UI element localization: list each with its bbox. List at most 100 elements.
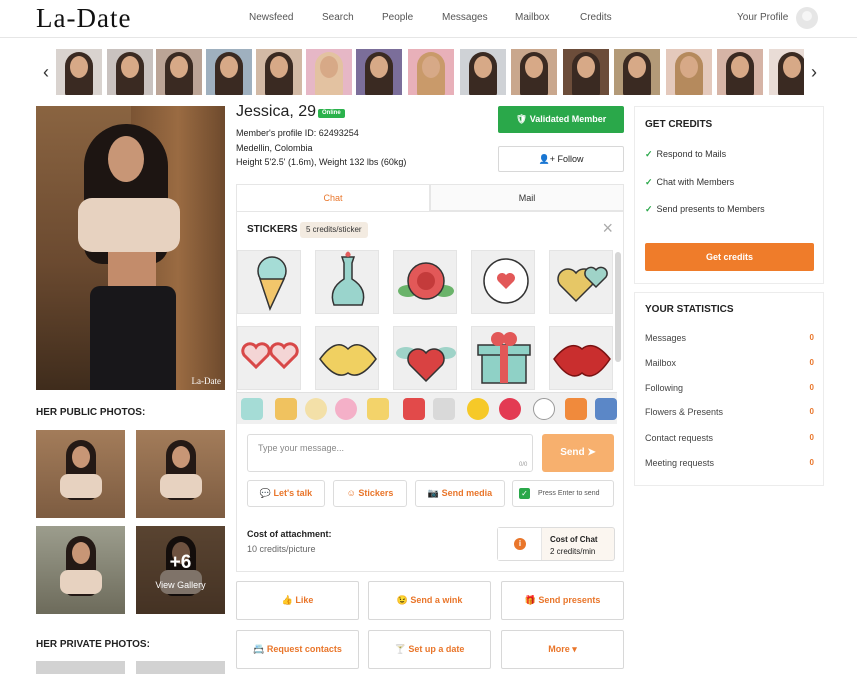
view-gallery-label: View Gallery <box>155 580 206 590</box>
sticker-pack-icon[interactable] <box>499 398 521 420</box>
press-enter-toggle[interactable]: ✓ Press Enter to send <box>512 480 614 507</box>
member-thumb[interactable] <box>563 49 609 95</box>
view-gallery-tile[interactable]: +6 View Gallery <box>136 526 225 614</box>
site-logo[interactable]: La-Date <box>36 3 131 34</box>
chat-cost-value: 2 credits/min <box>550 547 596 556</box>
sticker-lips-yellow[interactable] <box>315 326 379 390</box>
member-thumb[interactable] <box>666 49 712 95</box>
send-presents-button[interactable]: 🎁 Send presents <box>501 581 624 620</box>
sticker-potion[interactable] <box>315 250 379 314</box>
private-photo-1[interactable] <box>36 661 125 674</box>
member-thumb[interactable] <box>256 49 302 95</box>
sticker-gift-box[interactable] <box>471 326 535 390</box>
sticker-pack-icon[interactable] <box>595 398 617 420</box>
nav-search[interactable]: Search <box>322 12 354 23</box>
stickers-button[interactable]: ☺ Stickers <box>333 480 407 507</box>
sticker-heart-glasses[interactable] <box>237 326 301 390</box>
public-photos-heading: HER PUBLIC PHOTOS: <box>36 407 146 418</box>
member-thumb[interactable] <box>306 49 352 95</box>
sticker-pack-icon[interactable] <box>467 398 489 420</box>
sticker-speech-heart[interactable] <box>471 250 535 314</box>
nav-messages[interactable]: Messages <box>442 12 488 23</box>
member-thumb[interactable] <box>356 49 402 95</box>
public-photo-3[interactable] <box>36 526 125 614</box>
stat-row-mailbox[interactable]: Mailbox 0 <box>645 358 814 368</box>
member-thumb[interactable] <box>717 49 763 95</box>
member-thumb[interactable] <box>56 49 102 95</box>
message-char-counter: 0/0 <box>519 462 528 468</box>
stat-row-following[interactable]: Following 0 <box>645 383 814 393</box>
stickers-scrollbar[interactable] <box>615 252 621 362</box>
member-thumb[interactable] <box>460 49 506 95</box>
statistics-title: YOUR STATISTICS <box>645 304 734 315</box>
thumbs-up-icon: 👍 <box>281 595 293 605</box>
nav-mailbox[interactable]: Mailbox <box>515 12 549 23</box>
checkbox-checked-icon[interactable]: ✓ <box>519 488 530 499</box>
cocktail-icon: 🍸 <box>394 644 406 654</box>
public-photo-1[interactable] <box>36 430 125 518</box>
member-thumb[interactable] <box>408 49 454 95</box>
close-icon[interactable]: × <box>602 218 613 239</box>
sticker-pack-icon[interactable] <box>433 398 455 420</box>
nav-people[interactable]: People <box>382 12 413 23</box>
member-thumb[interactable] <box>156 49 202 95</box>
public-photo-2[interactable] <box>136 430 225 518</box>
carousel-next-arrow-icon[interactable]: › <box>804 49 824 95</box>
member-thumb[interactable] <box>206 49 252 95</box>
sticker-lips-red[interactable] <box>549 326 613 390</box>
sticker-winged-heart[interactable] <box>393 326 457 390</box>
nav-credits[interactable]: Credits <box>580 12 612 23</box>
follow-button[interactable]: 👤+ Follow <box>498 146 624 172</box>
sticker-two-hearts[interactable] <box>549 250 613 314</box>
get-credits-title: GET CREDITS <box>645 119 713 130</box>
more-button[interactable]: More ▾ <box>501 630 624 669</box>
stat-row-meeting-requests[interactable]: Meeting requests 0 <box>645 458 814 468</box>
lets-talk-button[interactable]: 💬 Let's talk <box>247 480 325 507</box>
message-input[interactable]: Type your message... <box>247 434 533 472</box>
chat-panel: STICKERS 5 credits/sticker × Type your m… <box>236 211 624 572</box>
member-thumb[interactable] <box>107 49 153 95</box>
profile-location: Medellin, Colombia <box>236 143 313 153</box>
online-badge: Online <box>318 109 345 118</box>
photo-watermark: La-Date <box>191 376 221 386</box>
chat-cost-box: i Cost of Chat 2 credits/min <box>497 527 615 561</box>
your-profile-link[interactable]: Your Profile <box>737 12 788 23</box>
sticker-pack-icon[interactable] <box>275 398 297 420</box>
sticker-pack-icon[interactable] <box>367 398 389 420</box>
top-header: La-Date Newsfeed Search People Messages … <box>0 0 857 38</box>
member-thumb[interactable] <box>614 49 660 95</box>
private-photo-2[interactable] <box>136 661 225 674</box>
sticker-pack-icon[interactable] <box>241 398 263 420</box>
like-button[interactable]: 👍 Like <box>236 581 359 620</box>
info-icon: i <box>514 538 526 550</box>
tab-mail[interactable]: Mail <box>430 184 624 211</box>
sticker-pack-icon[interactable] <box>533 398 555 420</box>
get-credits-button[interactable]: Get credits <box>645 243 814 271</box>
profile-id: Member's profile ID: 62493254 <box>236 128 359 138</box>
sticker-pack-strip <box>237 392 617 424</box>
sticker-pack-icon[interactable] <box>305 398 327 420</box>
tab-chat[interactable]: Chat <box>236 184 430 211</box>
private-photos-heading: HER PRIVATE PHOTOS: <box>36 639 150 650</box>
stat-row-flowers-presents[interactable]: Flowers & Presents 0 <box>645 407 814 417</box>
send-button[interactable]: Send ➤ <box>542 434 614 472</box>
checkmark-icon: ✓ <box>645 204 653 214</box>
stat-row-messages[interactable]: Messages 0 <box>645 333 814 343</box>
nav-newsfeed[interactable]: Newsfeed <box>249 12 293 23</box>
sticker-pack-icon[interactable] <box>403 398 425 420</box>
set-up-date-button[interactable]: 🍸 Set up a date <box>368 630 491 669</box>
stickers-title: STICKERS <box>247 224 298 235</box>
sticker-pack-icon[interactable] <box>565 398 587 420</box>
stat-row-contact-requests[interactable]: Contact requests 0 <box>645 433 814 443</box>
request-contacts-button[interactable]: 📇 Request contacts <box>236 630 359 669</box>
avatar[interactable] <box>796 7 818 29</box>
main-profile-photo[interactable]: La-Date <box>36 106 225 390</box>
carousel-prev-arrow-icon[interactable]: ‹ <box>36 49 56 95</box>
sticker-rose[interactable] <box>393 250 457 314</box>
sticker-ice-cream[interactable] <box>237 250 301 314</box>
checkmark-icon: ✓ <box>645 149 653 159</box>
member-thumb[interactable] <box>511 49 557 95</box>
send-media-button[interactable]: 📷 Send media <box>415 480 505 507</box>
sticker-pack-icon[interactable] <box>335 398 357 420</box>
send-wink-button[interactable]: 😉 Send a wink <box>368 581 491 620</box>
